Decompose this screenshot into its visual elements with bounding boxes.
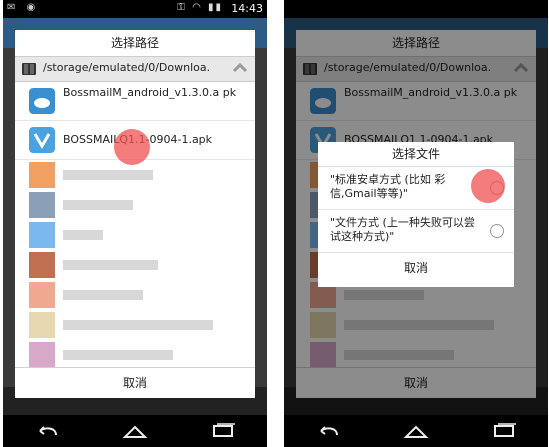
phone-screen-right: 选择路径 /storage/emulated/0/Downloa. Bossma… bbox=[284, 0, 548, 447]
touch-indicator bbox=[114, 129, 150, 165]
option-label: "文件方式 (上一种失败可以尝试这种方式)" bbox=[330, 216, 475, 243]
list-item[interactable] bbox=[15, 220, 255, 250]
navigation-bar bbox=[3, 415, 267, 447]
status-time: 14:43 bbox=[231, 2, 263, 15]
signal-icons: ⚿ ◠ ▮▮ bbox=[177, 2, 223, 13]
notification-icons: ✉ ◉ bbox=[7, 2, 40, 13]
status-bar: ✉ ◉ ⚿ ◠ ▮▮ 14:43 bbox=[3, 0, 267, 18]
blurred-icon bbox=[29, 282, 55, 308]
blurred-text bbox=[63, 200, 133, 210]
choose-path-dialog: 选择路径 /storage/emulated/0/Downloa. Bossma… bbox=[15, 30, 255, 398]
blurred-text bbox=[63, 320, 213, 330]
file-name: BOSSMAILQ1.1-0904-1.apk bbox=[63, 133, 243, 147]
cancel-button[interactable]: 取消 bbox=[318, 253, 514, 283]
blurred-icon bbox=[29, 312, 55, 338]
path-bar: /storage/emulated/0/Downloa. bbox=[15, 56, 255, 82]
cancel-button[interactable]: 取消 bbox=[15, 367, 255, 398]
choose-file-type-dialog: 选择文件 "标准安卓方式 (比如 彩信,Gmail等等)" "文件方式 (上一种… bbox=[318, 142, 514, 287]
dialog-title: 选择路径 bbox=[110, 36, 159, 50]
file-list: BossmailM_android_v1.3.0.a pk BOSSMAILQ1… bbox=[15, 82, 255, 370]
back-icon[interactable] bbox=[32, 421, 62, 441]
dialog-title: 选择文件 bbox=[318, 142, 514, 167]
blurred-icon bbox=[29, 192, 55, 218]
recent-apps-icon[interactable] bbox=[489, 421, 519, 441]
status-bar bbox=[284, 0, 548, 18]
option-file-mode[interactable]: "文件方式 (上一种失败可以尝试这种方式)" bbox=[318, 210, 514, 253]
folder-icon bbox=[22, 63, 36, 75]
blurred-text bbox=[63, 260, 158, 270]
app-file-icon bbox=[29, 127, 55, 153]
blurred-text bbox=[63, 230, 103, 240]
back-icon[interactable] bbox=[313, 421, 343, 441]
list-item[interactable] bbox=[15, 280, 255, 310]
radio-button[interactable] bbox=[490, 224, 504, 238]
blurred-icon bbox=[29, 342, 55, 368]
navigation-bar bbox=[284, 415, 548, 447]
file-name: BossmailM_android_v1.3.0.a pk bbox=[63, 86, 237, 99]
blurred-icon bbox=[29, 252, 55, 278]
home-icon[interactable] bbox=[401, 421, 431, 441]
up-directory-icon[interactable] bbox=[231, 59, 249, 77]
touch-indicator bbox=[471, 169, 505, 203]
home-icon[interactable] bbox=[120, 421, 150, 441]
blurred-text bbox=[63, 290, 143, 300]
blurred-icon bbox=[29, 162, 55, 188]
app-file-icon bbox=[29, 88, 55, 114]
list-item[interactable]: BossmailM_android_v1.3.0.a pk bbox=[15, 82, 255, 121]
recent-apps-icon[interactable] bbox=[208, 421, 238, 441]
blurred-icon bbox=[29, 222, 55, 248]
option-label: "标准安卓方式 (比如 彩信,Gmail等等)" bbox=[330, 173, 446, 200]
list-item[interactable] bbox=[15, 250, 255, 280]
phone-screen-left: ✉ ◉ ⚿ ◠ ▮▮ 14:43 选择路径 /storage/emulated/… bbox=[3, 0, 267, 447]
current-path: /storage/emulated/0/Downloa. bbox=[43, 61, 211, 74]
list-item[interactable] bbox=[15, 190, 255, 220]
blurred-text bbox=[63, 170, 153, 180]
list-item[interactable] bbox=[15, 340, 255, 370]
list-item[interactable] bbox=[15, 310, 255, 340]
blurred-text bbox=[63, 350, 173, 360]
